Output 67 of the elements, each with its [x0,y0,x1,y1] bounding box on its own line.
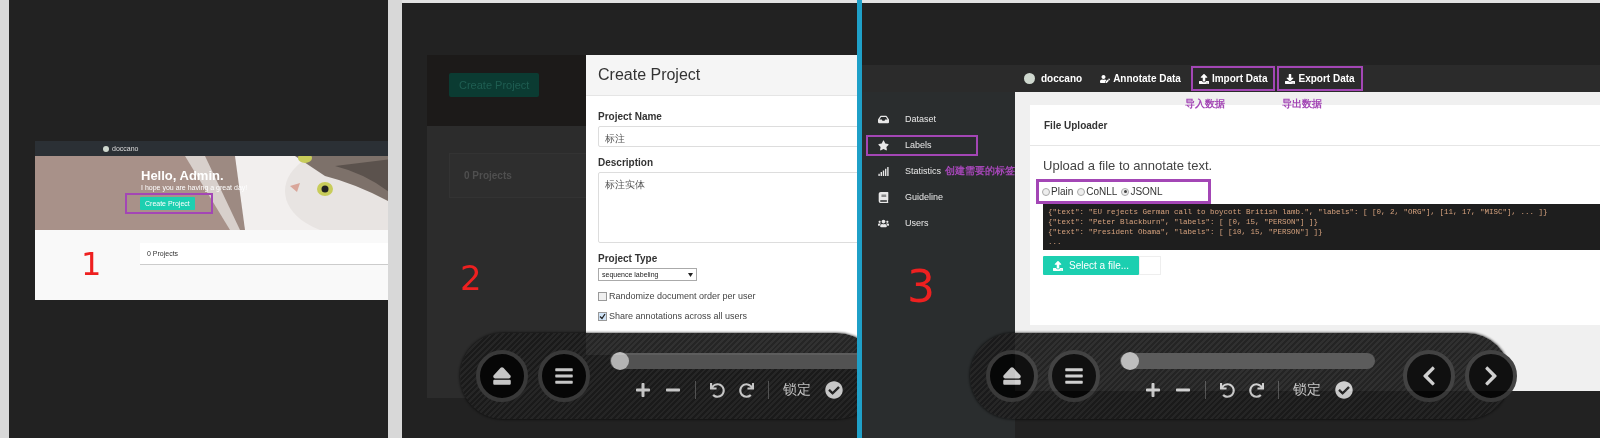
user-pen-icon [1100,73,1111,84]
eject-button[interactable] [476,350,528,402]
field-label: Project Type [598,253,659,264]
rotate-right-icon[interactable] [739,382,754,398]
eject-icon [1002,366,1022,386]
sidebar-item[interactable]: Users [866,212,932,234]
eject-button[interactable] [986,350,1038,402]
zoom-slider[interactable] [1120,353,1375,369]
eject-icon [492,366,512,386]
inbox-icon [878,113,889,125]
nav-link[interactable]: Import Data [1190,66,1276,91]
field-label: Description [598,157,654,168]
slider-thumb[interactable] [1121,352,1140,370]
checkbox[interactable] [598,311,607,321]
previous-button[interactable] [1403,350,1455,402]
sidebar-item[interactable]: Statistics [866,160,944,182]
rotate-left-icon[interactable] [710,382,725,398]
logo-icon [1024,73,1035,84]
slider-thumb[interactable] [611,352,630,370]
radio-label: CoNLL [1086,186,1118,197]
rotate-left-icon[interactable] [1220,382,1235,398]
name-field[interactable]: 标注 [598,126,857,147]
step-number: 3 [907,265,935,309]
lock-label: 锁定 [783,381,811,399]
users-icon [878,217,889,229]
checkbox-label: Share annotations across all users [609,311,748,321]
radio-button[interactable] [1077,187,1086,196]
lock-label: 锁定 [1293,381,1321,399]
menu-button[interactable] [538,350,590,402]
signal-bars-icon [878,165,889,177]
sidebar-item[interactable]: Guideline [866,186,947,208]
upload-prompt: Upload a file to annotate text. [1043,158,1213,173]
zoom-slider[interactable] [610,353,857,369]
upload-icon [1053,260,1063,271]
menu-button[interactable] [1048,350,1100,402]
menu-icon [554,366,574,386]
brand-name: doccano [1040,72,1084,86]
sidebar-item[interactable]: Dataset [866,108,940,130]
rotate-right-icon[interactable] [1249,382,1264,398]
check-icon[interactable] [1335,381,1353,399]
checkbox-label: Randomize document order per user [609,291,756,301]
dialog-title: Create Project [586,55,857,96]
step-number: 1 [81,248,102,280]
annotation-note: 创建需要的标签 [945,164,1015,178]
menu-icon [1064,366,1084,386]
zoom-in-icon[interactable] [635,382,651,398]
checkbox[interactable] [598,291,607,301]
check-icon[interactable] [825,381,843,399]
radio-label: JSONL [1130,186,1163,197]
zoom-in-icon[interactable] [1145,382,1161,398]
step-number: 2 [460,261,482,295]
logo-icon [103,145,109,152]
sidebar-item[interactable]: Labels [866,134,978,156]
book-icon [878,191,889,203]
nav-link[interactable]: Export Data [1277,66,1363,91]
annotation-note: 导出数据 [1282,97,1322,111]
upload-icon [1198,73,1209,84]
radio-button[interactable] [1121,187,1130,196]
download-icon [1285,73,1296,84]
caret-icon [688,272,693,277]
star-icon [878,139,889,151]
field-label: Project Name [598,111,663,122]
radio-label: Plain [1051,186,1074,197]
nav-link[interactable]: Annotate Data [1092,66,1189,91]
file-name-field[interactable] [1139,256,1162,275]
next-button[interactable] [1465,350,1517,402]
radio-button[interactable] [1042,187,1050,196]
